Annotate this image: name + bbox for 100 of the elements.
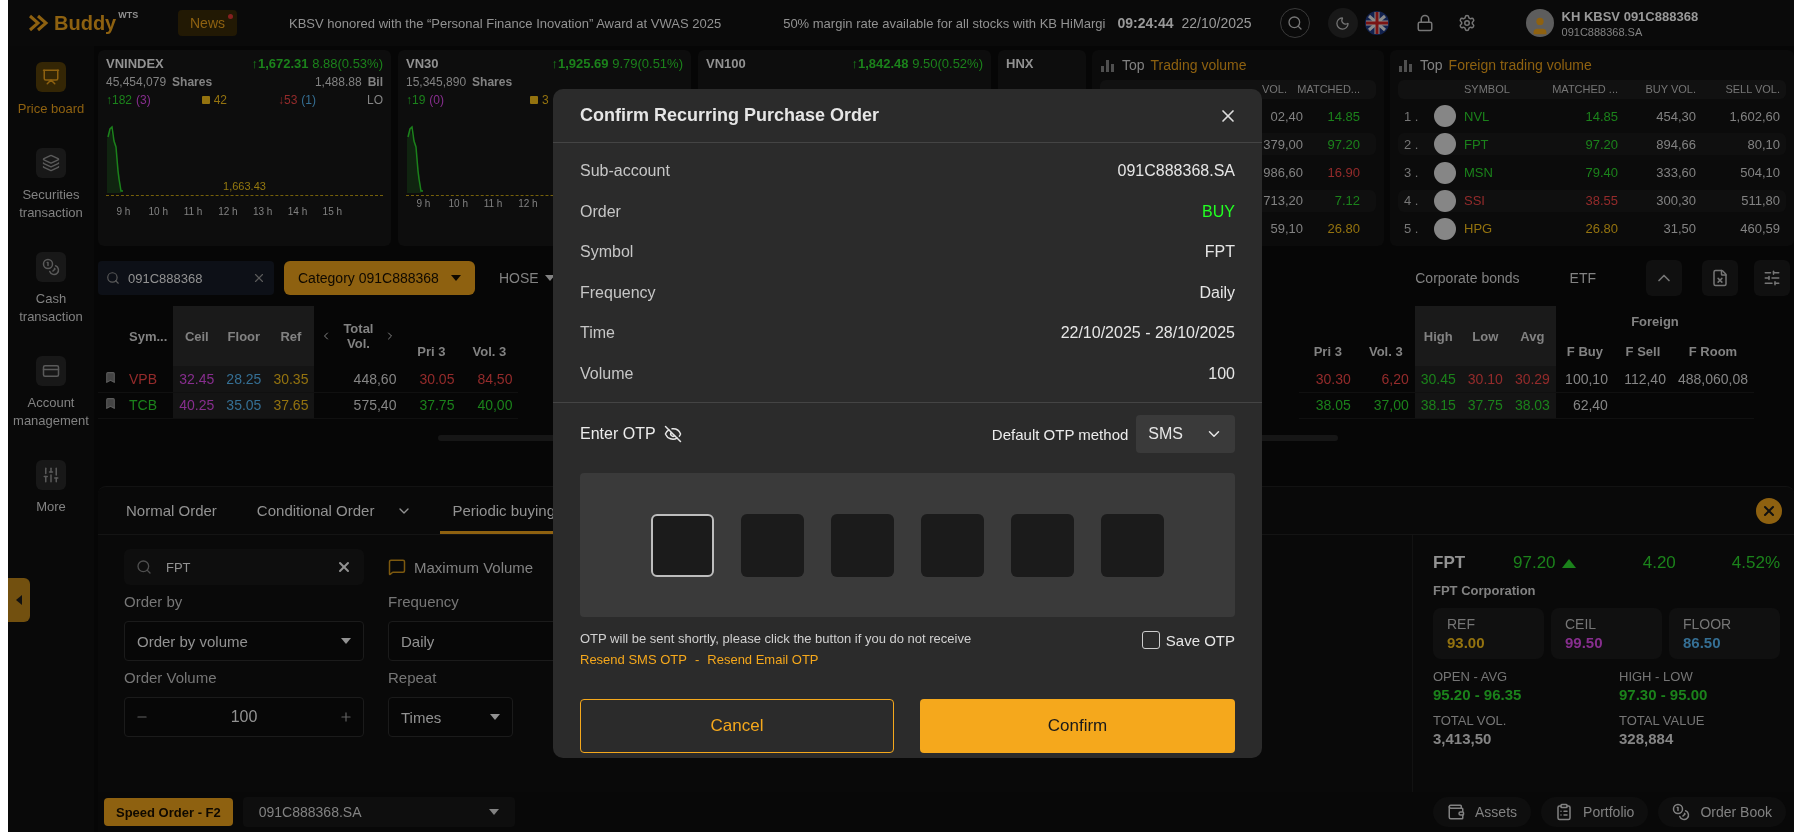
eye-off-icon[interactable] (663, 425, 682, 443)
table-cell: 30.45 (1414, 366, 1462, 392)
table-cell: 28.25 (220, 366, 268, 392)
action-button[interactable]: Portfolio (1541, 797, 1649, 827)
info-label: Frequency (580, 283, 656, 302)
clear-icon[interactable] (336, 559, 352, 575)
table-cell: 575,40 (314, 392, 403, 418)
otp-input[interactable] (741, 513, 804, 577)
time-axis-label: 9 h (115, 206, 132, 217)
company-logo-icon (1434, 217, 1456, 240)
news-ticker-text[interactable]: 50% margin rate available for all stocks with KB HiMargi (783, 15, 1106, 31)
price-value: 86.50 (1683, 634, 1722, 651)
repeat-select[interactable]: Times (388, 697, 513, 737)
board-tab[interactable]: ETF (1569, 270, 1596, 286)
time-axis-label: 11 h (182, 206, 204, 217)
order-tab[interactable]: Conditional Order (244, 502, 425, 534)
table-cell-text: 26.80 (1326, 221, 1360, 237)
speed-order-button[interactable]: Speed Order - F2 (104, 798, 233, 826)
field-label: Frequency (388, 593, 460, 612)
caret-down-icon (490, 714, 500, 720)
stock-price: 97.20 (1513, 553, 1556, 573)
index-value: ↑1,842.48 9.50(0.52%) (851, 56, 983, 71)
account-select[interactable]: 091C888368.SA (242, 797, 515, 827)
field-label: Order Volume (124, 669, 218, 688)
action-button[interactable]: Order Book (1658, 797, 1786, 827)
bookmark-icon[interactable] (104, 370, 117, 384)
resend-email-link[interactable]: Resend Email OTP (707, 652, 819, 667)
table-cell-text: 16.90 (1326, 165, 1360, 180)
breadth-count: (0) (429, 93, 445, 107)
category-dropdown[interactable]: Category 091C888368 (284, 261, 475, 295)
price-label: FLOOR (1683, 616, 1733, 632)
table-cell-text: 80,10 (1746, 136, 1780, 152)
square-icon (201, 96, 210, 104)
stat-label: OPEN - AVG (1433, 669, 1509, 684)
cancel-button[interactable]: Cancel (580, 699, 894, 753)
symbol-text[interactable]: NVL (1464, 108, 1528, 124)
table-cell-text: 460,59 (1739, 221, 1780, 237)
news-tag[interactable]: News (178, 10, 237, 36)
index-value: ↑1,925.69 9.79(0.51%) (551, 56, 683, 71)
symbol-text[interactable]: MSN (1464, 165, 1528, 180)
otp-input[interactable] (831, 513, 894, 577)
column-header: Sym... (123, 306, 174, 366)
plus-icon (339, 710, 353, 724)
sidebar-item[interactable]: Cash transaction (8, 248, 94, 330)
table-cell-text: 894,66 (1655, 136, 1696, 152)
clear-icon[interactable] (252, 271, 266, 285)
news-ticker-text[interactable]: KBSV honored with the “Personal Finance Inovation” Award at VWAS 2025 (289, 15, 722, 31)
bookmark-icon[interactable] (104, 397, 117, 410)
flag-icon[interactable] (1363, 10, 1390, 36)
price-value: 93.00 (1447, 634, 1486, 651)
wallet-icon (1447, 803, 1466, 821)
sidebar-item[interactable]: Securities transaction (8, 144, 94, 226)
file-icon (1711, 269, 1729, 287)
save-otp-checkbox[interactable] (1141, 631, 1160, 649)
rank-number: 4 . (1404, 193, 1420, 209)
table-cell-text: 59,10 (1269, 221, 1303, 237)
symbol-text[interactable]: FPT (1464, 136, 1528, 152)
symbol-text[interactable]: HPG (1464, 221, 1528, 237)
clipboard-icon (1555, 803, 1574, 821)
excel-export-button[interactable] (1702, 260, 1738, 296)
symbol-search-field[interactable]: FPT (124, 549, 364, 585)
resend-sms-link[interactable]: Resend SMS OTP (580, 652, 687, 667)
column-settings-button[interactable] (1754, 260, 1790, 296)
search-field[interactable]: 091C888368 (98, 261, 274, 295)
stat-value: 328,884 (1619, 730, 1675, 747)
user-name: KH KBSV 091C888368 (1561, 8, 1699, 24)
info-value: BUY (1202, 202, 1235, 221)
volume-stepper[interactable]: 100 (124, 697, 364, 737)
table-cell: 37.75 (402, 392, 461, 418)
sidebar-item[interactable]: More (8, 456, 94, 520)
exchange-dropdown[interactable]: HOSE (492, 269, 561, 287)
sidebar-item[interactable]: Price board (8, 58, 94, 122)
column-header: VOL. (1260, 83, 1287, 96)
otp-input[interactable] (921, 513, 984, 577)
panel-title: Top (1122, 56, 1145, 73)
theme-button[interactable] (1327, 8, 1358, 38)
traded-value: 1,488.88 (314, 75, 362, 89)
collapse-tab[interactable] (8, 578, 30, 622)
column-header: Ref (267, 306, 315, 366)
board-tab[interactable]: Corporate bonds (1415, 270, 1520, 286)
order-by-select[interactable]: Order by volume (124, 621, 364, 661)
time-axis-label: 11 h (482, 198, 504, 209)
table-cell-text: 300,30 (1655, 193, 1696, 209)
otp-method-select[interactable]: SMS (1136, 415, 1235, 453)
otp-hint: OTP will be sent shortly, please click the button if you do not receive (580, 631, 972, 646)
plus-button[interactable] (339, 710, 353, 724)
confirm-button[interactable]: Confirm (920, 699, 1235, 753)
search-icon (1286, 15, 1303, 31)
otp-input[interactable] (1011, 513, 1074, 577)
separator-text: - (694, 652, 700, 667)
price-value: 99.50 (1565, 634, 1604, 651)
otp-input[interactable] (651, 513, 714, 577)
order-tab[interactable]: Normal Order (114, 502, 229, 534)
otp-input[interactable] (1101, 513, 1164, 577)
column-header: Vol. 3 (1356, 336, 1415, 366)
action-button[interactable]: Assets (1433, 797, 1532, 827)
sidebar-item[interactable]: Account management (8, 352, 94, 434)
square-icon (530, 96, 539, 104)
table-cell-text: 79.40 (1584, 165, 1618, 180)
column-header: F Buy (1555, 336, 1614, 366)
